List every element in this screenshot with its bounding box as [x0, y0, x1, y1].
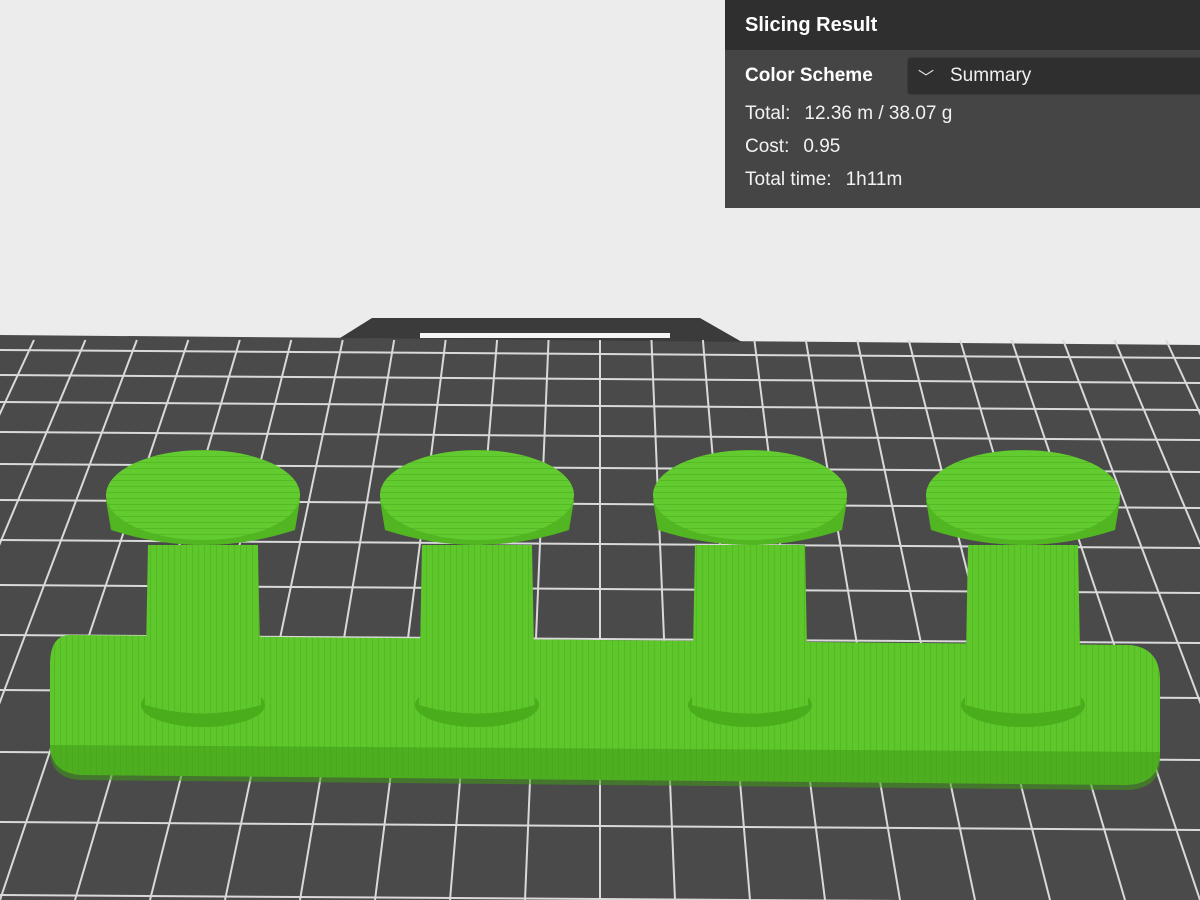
- plate-tab-highlight: [420, 333, 670, 338]
- peg-shaft: [145, 545, 261, 714]
- panel-title: Slicing Result: [725, 0, 1200, 50]
- 3d-viewport[interactable]: Slicing Result Color Scheme ﹀ Summary To…: [0, 0, 1200, 900]
- slicing-result-panel: Slicing Result Color Scheme ﹀ Summary To…: [725, 0, 1200, 208]
- color-scheme-label: Color Scheme: [745, 65, 873, 86]
- stat-cost-label: Cost:: [745, 136, 790, 157]
- peg-shaft: [692, 545, 808, 714]
- stat-cost: Cost: 0.95: [745, 136, 840, 158]
- stat-time-value: 1h11m: [845, 169, 903, 190]
- peg-shaft: [419, 545, 535, 714]
- stat-total-value: 12.36 m / 38.07 g: [804, 103, 953, 124]
- chevron-down-icon: ﹀: [918, 70, 935, 87]
- stat-cost-value: 0.95: [803, 136, 841, 157]
- peg-cap-top: [653, 450, 847, 540]
- peg-cap-top: [926, 450, 1120, 540]
- plate-tab: [340, 318, 742, 342]
- stat-total: Total: 12.36 m / 38.07 g: [745, 103, 952, 125]
- stat-time: Total time: 1h11m: [745, 169, 902, 191]
- peg-shaft: [965, 545, 1081, 714]
- color-scheme-row: Color Scheme ﹀ Summary: [745, 57, 1200, 95]
- color-scheme-value: Summary: [950, 65, 1032, 86]
- color-scheme-dropdown[interactable]: ﹀ Summary: [907, 57, 1200, 95]
- stat-total-label: Total:: [745, 103, 791, 124]
- peg-cap-top: [380, 450, 574, 540]
- stat-time-label: Total time:: [745, 169, 832, 190]
- peg-cap-top: [106, 450, 300, 540]
